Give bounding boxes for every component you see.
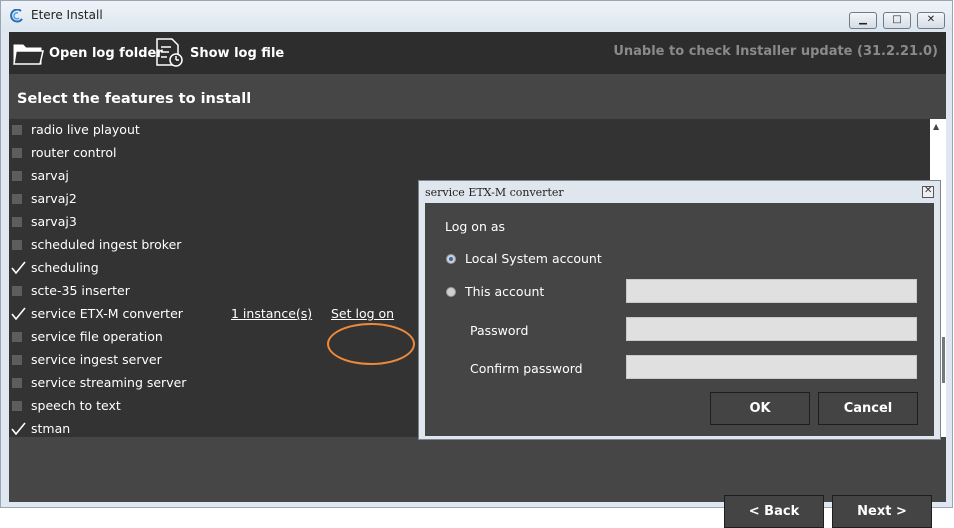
feature-label: speech to text [31, 398, 121, 413]
checkmark-icon [11, 261, 26, 275]
toolbar: Open log folder Show log file Unable to … [9, 32, 946, 74]
feature-row[interactable]: router control [9, 142, 929, 165]
show-log-file-label: Show log file [190, 45, 285, 61]
confirm-password-input[interactable] [626, 355, 917, 379]
etere-logo-icon [10, 9, 23, 23]
checkmark-icon [11, 307, 26, 321]
open-log-folder-label: Open log folder [49, 45, 163, 61]
feature-label: scheduling [31, 260, 99, 275]
close-icon: ✕ [926, 14, 936, 25]
feature-label: service ingest server [31, 352, 162, 367]
update-status: Unable to check Installer update (31.2.2… [613, 44, 938, 59]
feature-checkbox-checked[interactable] [11, 307, 26, 321]
local-system-label[interactable]: Local System account [465, 251, 602, 266]
feature-row[interactable]: radio live playout [9, 119, 929, 142]
feature-checkbox[interactable] [12, 240, 22, 250]
log-file-icon [156, 38, 183, 67]
feature-checkbox[interactable] [12, 355, 22, 365]
feature-label: scheduled ingest broker [31, 237, 182, 252]
next-button[interactable]: Next > [832, 495, 932, 528]
feature-label: service file operation [31, 329, 163, 344]
ok-button-label: OK [749, 401, 771, 416]
feature-label: sarvaj2 [31, 191, 77, 206]
cancel-button-label: Cancel [843, 401, 893, 416]
feature-label: radio live playout [31, 122, 140, 137]
logon-dialog: service ETX-M converter ✕ Log on as Loca… [418, 180, 941, 440]
minimize-icon: ▁ [859, 14, 867, 25]
set-log-on-highlight [327, 323, 415, 365]
feature-checkbox[interactable] [12, 378, 22, 388]
ok-button[interactable]: OK [710, 392, 810, 425]
feature-checkbox-checked[interactable] [11, 261, 26, 275]
folder-icon [13, 44, 44, 65]
title-bar: Etere Install ▁ □ ✕ [1, 1, 952, 31]
show-log-file-button[interactable]: Show log file [154, 36, 284, 70]
open-log-folder-button[interactable]: Open log folder [13, 36, 163, 70]
feature-checkbox[interactable] [12, 148, 22, 158]
feature-checkbox[interactable] [12, 171, 22, 181]
instances-link[interactable]: 1 instance(s) [231, 306, 312, 321]
feature-checkbox[interactable] [12, 401, 22, 411]
this-account-radio[interactable] [446, 287, 456, 297]
feature-checkbox[interactable] [12, 125, 22, 135]
back-button[interactable]: < Back [724, 495, 824, 528]
dialog-body: Log on as Local System account This acco… [425, 203, 934, 436]
maximize-icon: □ [892, 14, 902, 25]
scroll-up-arrow-icon[interactable]: ▲ [933, 122, 939, 131]
logon-as-label: Log on as [445, 219, 506, 234]
feature-label: service ETX-M converter [31, 306, 183, 321]
window-title: Etere Install [31, 8, 103, 22]
account-input[interactable] [626, 279, 917, 303]
back-button-label: < Back [748, 504, 800, 519]
feature-label: scte-35 inserter [31, 283, 130, 298]
scroll-thumb[interactable] [942, 337, 945, 383]
feature-label: router control [31, 145, 117, 160]
feature-label: service streaming server [31, 375, 187, 390]
dialog-close-button[interactable]: ✕ [922, 185, 934, 198]
next-button-label: Next > [857, 504, 907, 519]
maximize-button[interactable]: □ [883, 12, 911, 29]
minimize-button[interactable]: ▁ [849, 12, 877, 29]
cancel-button[interactable]: Cancel [818, 392, 918, 425]
feature-checkbox[interactable] [12, 194, 22, 204]
feature-checkbox-checked[interactable] [11, 422, 26, 436]
feature-label: sarvaj [31, 168, 69, 183]
set-log-on-link[interactable]: Set log on [331, 306, 394, 321]
password-input[interactable] [626, 317, 917, 341]
close-icon: ✕ [924, 185, 933, 196]
confirm-password-label: Confirm password [470, 361, 583, 376]
dialog-title: service ETX-M converter [425, 186, 564, 199]
feature-checkbox[interactable] [12, 217, 22, 227]
feature-label: sarvaj3 [31, 214, 77, 229]
feature-checkbox[interactable] [12, 286, 22, 296]
password-label: Password [470, 323, 529, 338]
feature-checkbox[interactable] [12, 332, 22, 342]
this-account-label[interactable]: This account [465, 284, 544, 299]
section-title: Select the features to install [17, 91, 252, 107]
close-button[interactable]: ✕ [917, 12, 945, 29]
feature-label: stman [31, 421, 71, 436]
local-system-radio[interactable] [446, 254, 456, 264]
checkmark-icon [11, 422, 26, 436]
installer-window: Etere Install ▁ □ ✕ Open log folder Show… [0, 0, 953, 528]
